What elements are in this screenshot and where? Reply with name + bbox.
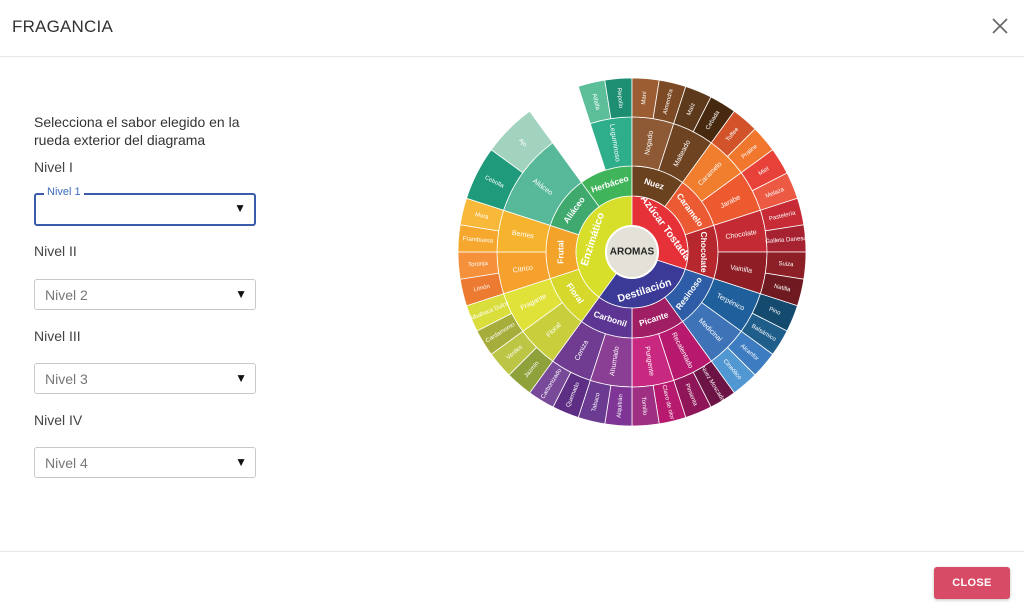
close-icon[interactable]: [988, 14, 1012, 38]
dropdown-arrow-icon: ▼: [235, 371, 247, 385]
dropdown-arrow-icon: ▼: [235, 455, 247, 469]
level-3-label: Nivel III: [34, 328, 81, 344]
level-4-label: Nivel IV: [34, 412, 83, 428]
dialog-footer: CLOSE: [0, 551, 1024, 610]
level-1-label: Nivel I: [34, 159, 73, 175]
level-1-floating-label: Nivel 1: [44, 186, 84, 198]
dropdown-arrow-icon: ▼: [235, 287, 247, 301]
level-2-placeholder: Nivel 2: [45, 287, 88, 303]
close-button[interactable]: CLOSE: [934, 567, 1010, 599]
wheel-label: Chocolate: [699, 231, 709, 272]
wheel-label: Maní: [641, 91, 648, 105]
wheel-center-label: AROMAS: [610, 247, 655, 258]
level-3-select[interactable]: Nivel 3 ▼: [34, 363, 256, 394]
selection-panel: Selecciona el sabor elegido en la rueda …: [34, 113, 274, 149]
dialog-title: FRAGANCIA: [12, 17, 113, 36]
level-1-select[interactable]: Nivel 1 ▼: [34, 186, 256, 226]
wheel-label: Suiza: [778, 261, 794, 268]
dialog-header: FRAGANCIA: [0, 0, 1024, 57]
level-3-placeholder: Nivel 3: [45, 371, 88, 387]
aroma-wheel[interactable]: Enzimático Azúcar TostadaDestilaciónHerbá…: [458, 78, 806, 426]
level-2-label: Nivel II: [34, 243, 77, 259]
wheel-label: Frutal: [555, 240, 565, 264]
wheel-segment-3-leguminoso[interactable]: Leguminoso: [589, 116, 633, 171]
level-2-select[interactable]: Nivel 2 ▼: [34, 279, 256, 310]
level-4-placeholder: Nivel 4: [45, 455, 88, 471]
fragancia-dialog: FRAGANCIA Selecciona el sabor elegido en…: [0, 0, 1024, 610]
dropdown-arrow-icon: ▼: [234, 201, 246, 215]
level-4-select[interactable]: Nivel 4 ▼: [34, 447, 256, 478]
instructions-text: Selecciona el sabor elegido en la rueda …: [34, 114, 240, 148]
